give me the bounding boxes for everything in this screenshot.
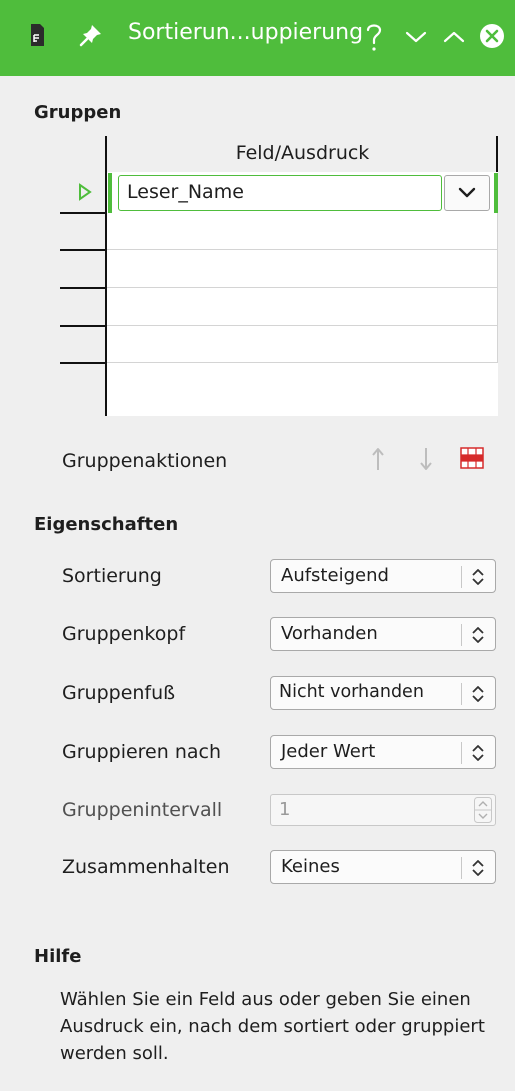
header-right-border bbox=[496, 136, 498, 172]
group-footer-label: Gruppenfuß bbox=[62, 682, 176, 704]
group-by-select[interactable]: Jeder Wert bbox=[270, 735, 496, 769]
keep-together-value: Keines bbox=[281, 856, 340, 877]
properties-heading: Eigenschaften bbox=[34, 514, 179, 535]
grid-right-border bbox=[497, 212, 498, 362]
row-header-divider bbox=[60, 287, 107, 289]
keep-together-label: Zusammenhalten bbox=[62, 856, 230, 878]
sort-select[interactable]: Aufsteigend bbox=[270, 559, 496, 593]
sort-value: Aufsteigend bbox=[281, 565, 389, 586]
group-interval-label: Gruppenintervall bbox=[62, 799, 223, 821]
move-up-icon[interactable] bbox=[370, 446, 386, 472]
delete-group-icon[interactable] bbox=[460, 447, 484, 469]
group-by-value: Jeder Wert bbox=[281, 741, 376, 762]
row-header-divider bbox=[105, 136, 107, 416]
field-expression-dropdown-button[interactable] bbox=[444, 175, 490, 211]
spin-buttons-icon bbox=[474, 797, 492, 823]
group-header-select[interactable]: Vorhanden bbox=[270, 617, 496, 651]
row-focus-marker bbox=[494, 173, 498, 213]
maximize-icon[interactable] bbox=[438, 18, 470, 54]
updown-icon bbox=[472, 627, 484, 643]
row-divider bbox=[107, 249, 498, 250]
row-header-divider bbox=[60, 249, 107, 251]
row-divider bbox=[107, 325, 498, 326]
move-down-icon[interactable] bbox=[418, 446, 434, 472]
group-interval-value: 1 bbox=[279, 799, 291, 820]
help-heading: Hilfe bbox=[34, 946, 82, 967]
row-header-divider bbox=[60, 325, 107, 327]
group-by-label: Gruppieren nach bbox=[62, 741, 222, 763]
group-header-value: Vorhanden bbox=[281, 623, 378, 644]
group-footer-value: Nicht vorhanden bbox=[279, 682, 424, 702]
help-text: Wählen Sie ein Feld aus oder geben Sie e… bbox=[60, 989, 485, 1064]
group-actions-label: Gruppenaktionen bbox=[62, 450, 228, 472]
column-header-label: Feld/Ausdruck bbox=[235, 142, 370, 164]
window-title: Sortierun...uppierung bbox=[128, 20, 364, 45]
row-focus-marker bbox=[108, 173, 112, 213]
chevron-down-icon bbox=[458, 187, 476, 198]
help-icon[interactable] bbox=[358, 18, 390, 54]
pin-icon[interactable] bbox=[78, 22, 104, 48]
row-header-column bbox=[60, 136, 107, 416]
updown-icon bbox=[472, 860, 484, 876]
keep-together-select[interactable]: Keines bbox=[270, 850, 496, 884]
group-interval-field: 1 bbox=[270, 794, 496, 826]
title-bar: Sortierun...uppierung bbox=[0, 0, 515, 76]
field-expression-value: Leser_Name bbox=[127, 181, 244, 203]
updown-icon bbox=[472, 569, 484, 585]
field-expression-combobox[interactable]: Leser_Name bbox=[118, 175, 442, 211]
sort-label: Sortierung bbox=[62, 565, 162, 587]
row-divider bbox=[107, 287, 498, 288]
group-footer-select[interactable]: Nicht vorhanden bbox=[270, 676, 496, 710]
minimize-icon[interactable] bbox=[400, 18, 432, 54]
row-header-divider bbox=[60, 362, 107, 364]
current-row-icon bbox=[79, 183, 92, 201]
row-header-divider bbox=[60, 212, 107, 214]
updown-icon bbox=[472, 686, 484, 702]
groups-heading: Gruppen bbox=[34, 102, 122, 123]
document-icon bbox=[31, 24, 44, 46]
updown-icon bbox=[472, 745, 484, 761]
row-divider bbox=[107, 362, 498, 363]
group-header-label: Gruppenkopf bbox=[62, 623, 186, 645]
close-icon[interactable] bbox=[476, 18, 508, 54]
column-header[interactable]: Feld/Ausdruck bbox=[107, 136, 498, 172]
